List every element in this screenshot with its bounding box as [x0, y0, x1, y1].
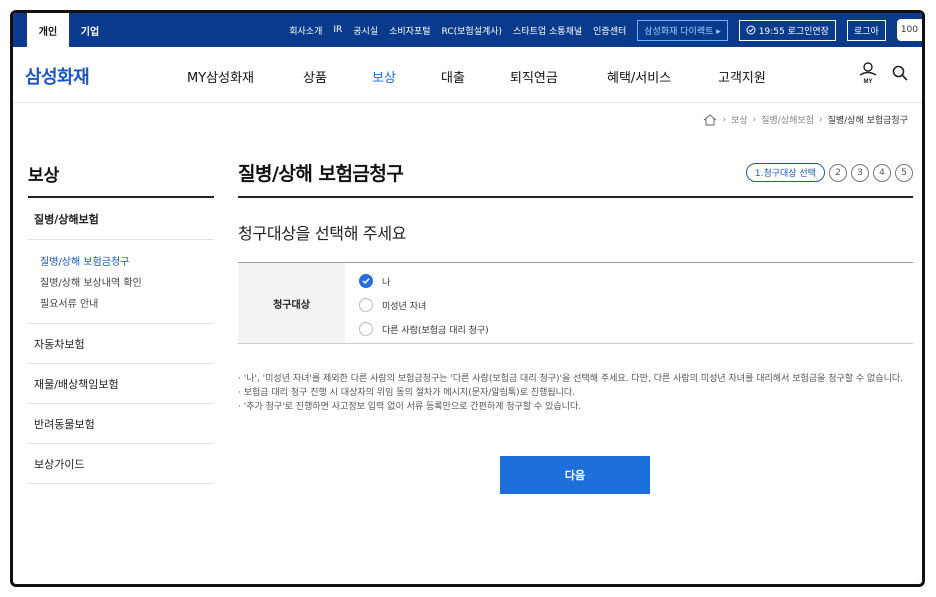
step-indicator: 1.청구대상 선택 2 3 4 5 — [745, 163, 913, 182]
notice-item: · 보험금 대리 청구 진행 시 대상자의 위임 동의 절차가 메시지(문자/알… — [238, 388, 576, 398]
chevron-right-icon: › — [722, 114, 727, 125]
step-4: 4 — [873, 163, 891, 182]
link-startup[interactable]: 스타트업 소통채널 — [513, 24, 582, 37]
side-nav-item-property[interactable]: 재물/배상책임보험 — [28, 364, 214, 404]
side-nav-title: 보상 — [28, 161, 214, 198]
option-minor-child[interactable]: 미성년 자녀 — [359, 293, 489, 317]
side-nav-item-guide[interactable]: 보상가이드 — [28, 444, 214, 484]
customer-type-tabs: 개인 기업 — [27, 13, 111, 47]
step-5: 5 — [895, 163, 913, 182]
breadcrumb-item[interactable]: 보상 — [731, 113, 748, 126]
title-row: 질병/상해 보험금청구 1.청구대상 선택 2 3 4 5 — [238, 159, 913, 198]
side-nav-group[interactable]: 질병/상해보험 — [28, 198, 214, 240]
my-account-icon[interactable]: MY — [858, 62, 878, 84]
zoom-level[interactable]: 100 — [896, 19, 922, 41]
side-nav-item-pet[interactable]: 반려동물보험 — [28, 404, 214, 444]
browser-frame: 개인 기업 회사소개 IR 공시실 소비자포털 RC(보험설계사) 스타트업 소… — [10, 10, 925, 587]
claim-target-table: 청구대상 나 미성년 자녀 다른 사람(보험금 대리 청구) — [238, 262, 913, 344]
menu-pension[interactable]: 퇴직연금 — [510, 67, 558, 86]
step-3: 3 — [851, 163, 869, 182]
breadcrumb-current: 질병/상해 보험금청구 — [827, 116, 908, 126]
tab-corporate[interactable]: 기업 — [69, 13, 111, 47]
menu-loan[interactable]: 대출 — [441, 67, 465, 86]
notice-item: · '나', '미성년 자녀'를 제외한 다른 사람의 보험금청구는 '다른 사… — [238, 374, 904, 384]
side-nav-item-auto[interactable]: 자동차보험 — [28, 324, 214, 364]
utility-links: 회사소개 IR 공시실 소비자포털 RC(보험설계사) 스타트업 소통채널 인증… — [289, 19, 922, 41]
side-nav: 보상 질병/상해보험 질병/상해 보험금청구 질병/상해 보상내역 확인 필요서… — [28, 161, 214, 484]
global-nav: 삼성화재 MY삼성화재 상품 보상 대출 퇴직연금 혜택/서비스 고객지원 MY — [13, 47, 922, 103]
breadcrumb-item[interactable]: 질병/상해보험 — [761, 113, 814, 126]
option-label: 다른 사람(보험금 대리 청구) — [382, 325, 489, 336]
link-disclosure[interactable]: 공시실 — [353, 24, 378, 37]
section-subtitle: 청구대상을 선택해 주세요 — [238, 224, 407, 243]
side-nav-sub-history[interactable]: 질병/상해 보상내역 확인 — [40, 271, 214, 292]
timer-label: 19:55 로그인연장 — [758, 26, 829, 37]
radio-icon[interactable] — [359, 298, 373, 312]
direct-button[interactable]: 삼성화재 다이렉트 ▸ — [637, 19, 728, 41]
menu-benefit[interactable]: 혜택/서비스 — [607, 67, 671, 86]
notice-list: · '나', '미성년 자녀'를 제외한 다른 사람의 보험금청구는 '다른 사… — [238, 372, 913, 414]
side-nav-sub-claim[interactable]: 질병/상해 보험금청구 — [40, 250, 214, 271]
logout-button[interactable]: 로그아 — [846, 19, 886, 41]
breadcrumb: › 보상 › 질병/상해보험 › 질병/상해 보험금청구 — [703, 113, 908, 126]
gnb-icons: MY — [858, 62, 908, 84]
menu-product[interactable]: 상품 — [303, 67, 327, 86]
side-nav-sub-documents[interactable]: 필요서류 안내 — [40, 292, 214, 313]
next-button[interactable]: 다음 — [500, 456, 650, 494]
side-nav-submenu: 질병/상해 보험금청구 질병/상해 보상내역 확인 필요서류 안내 — [28, 240, 214, 324]
menu-claim[interactable]: 보상 — [372, 67, 396, 86]
option-label: 미성년 자녀 — [382, 301, 427, 312]
radio-icon[interactable] — [359, 322, 373, 336]
tab-personal[interactable]: 개인 — [27, 13, 69, 47]
option-other-person[interactable]: 다른 사람(보험금 대리 청구) — [359, 317, 489, 341]
link-rc[interactable]: RC(보험설계사) — [442, 24, 503, 37]
claim-target-options: 나 미성년 자녀 다른 사람(보험금 대리 청구) — [345, 263, 489, 343]
option-label: 나 — [382, 277, 391, 288]
link-ir[interactable]: IR — [333, 25, 342, 35]
option-self[interactable]: 나 — [359, 269, 489, 293]
chevron-right-icon: › — [752, 114, 757, 125]
notice-item: · '추가 청구'로 진행하면 사고정보 입력 없이 서류 등록만으로 간편하게… — [238, 402, 582, 412]
search-icon[interactable] — [892, 65, 908, 81]
step-2: 2 — [829, 163, 847, 182]
home-icon[interactable] — [703, 113, 717, 126]
logo[interactable]: 삼성화재 — [25, 63, 90, 89]
top-utility-bar: 개인 기업 회사소개 IR 공시실 소비자포털 RC(보험설계사) 스타트업 소… — [13, 13, 922, 47]
my-icon-label: MY — [864, 79, 873, 84]
radio-checked-icon[interactable] — [359, 274, 373, 288]
link-certification[interactable]: 인증센터 — [593, 24, 626, 37]
clock-icon — [746, 25, 756, 35]
chevron-right-icon: › — [818, 114, 823, 125]
menu-support[interactable]: 고객지원 — [718, 67, 766, 86]
page-title: 질병/상해 보험금청구 — [238, 163, 404, 185]
link-consumer-portal[interactable]: 소비자포털 — [389, 24, 430, 37]
menu-my[interactable]: MY삼성화재 — [187, 67, 254, 86]
link-company[interactable]: 회사소개 — [289, 24, 322, 37]
claim-target-label: 청구대상 — [238, 263, 345, 343]
step-current: 1.청구대상 선택 — [745, 163, 825, 182]
main-content: 질병/상해 보험금청구 1.청구대상 선택 2 3 4 5 청구대상을 선택해 … — [238, 159, 913, 494]
login-extend-button[interactable]: 19:55 로그인연장 — [738, 19, 836, 41]
